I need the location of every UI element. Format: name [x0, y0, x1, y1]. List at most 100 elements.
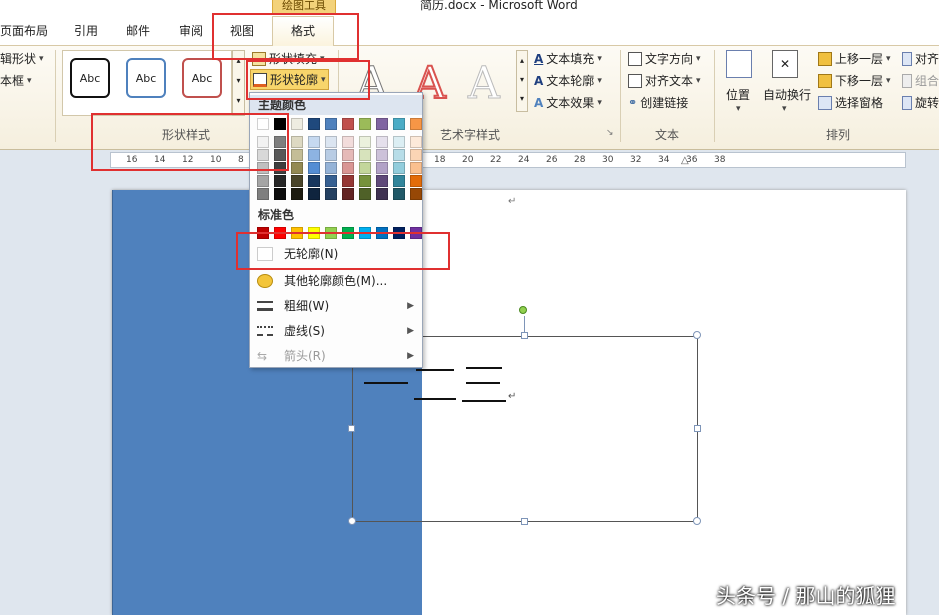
theme-color-swatch[interactable] [410, 175, 422, 187]
no-outline-item[interactable]: 无轮廓(N) [250, 243, 422, 265]
standard-color-swatch[interactable] [308, 227, 320, 239]
theme-color-swatch[interactable] [359, 162, 371, 174]
theme-color-swatch[interactable] [325, 118, 337, 130]
align-button[interactable]: 对齐 [902, 50, 939, 67]
standard-color-swatch[interactable] [342, 227, 354, 239]
standard-color-swatch[interactable] [291, 227, 303, 239]
edit-shape-button[interactable]: 辑形状 ▾ [0, 50, 44, 67]
resize-handle-ne[interactable] [693, 331, 701, 339]
theme-color-swatch[interactable] [342, 136, 354, 148]
selection-pane-button[interactable]: 选择窗格 [818, 94, 883, 111]
theme-color-swatch[interactable] [410, 162, 422, 174]
standard-color-swatch[interactable] [393, 227, 405, 239]
tab-review[interactable]: 审阅 [179, 22, 203, 39]
theme-color-swatch[interactable] [291, 162, 303, 174]
resize-handle-se[interactable] [693, 517, 701, 525]
theme-color-swatch[interactable] [359, 175, 371, 187]
theme-color-swatch[interactable] [393, 175, 405, 187]
position-button[interactable]: 位置 [726, 86, 750, 103]
theme-color-swatch[interactable] [376, 118, 388, 130]
theme-color-swatch[interactable] [274, 175, 286, 187]
resize-handle-e[interactable] [694, 425, 701, 432]
theme-color-swatch[interactable] [291, 149, 303, 161]
textbox-button[interactable]: 本框 ▾ [0, 72, 32, 89]
theme-color-swatch[interactable] [291, 175, 303, 187]
shape-style-sample-3[interactable]: Abc [182, 58, 222, 98]
theme-color-swatch[interactable] [410, 136, 422, 148]
tab-references[interactable]: 引用 [74, 22, 98, 39]
standard-color-swatch[interactable] [359, 227, 371, 239]
group-button[interactable]: 组合 [902, 72, 939, 89]
theme-color-swatch[interactable] [410, 149, 422, 161]
theme-color-swatch[interactable] [410, 118, 422, 130]
theme-color-swatch[interactable] [308, 188, 320, 200]
wordart-sample-3[interactable]: A [468, 58, 501, 110]
theme-color-swatch[interactable] [342, 175, 354, 187]
theme-color-swatch[interactable] [376, 188, 388, 200]
dialog-launcher-icon[interactable]: ↘ [606, 128, 614, 138]
horizontal-ruler[interactable]: 1614121086810121416182022242628303234363… [110, 152, 906, 168]
more-outline-colors-item[interactable]: 其他轮廓颜色(M)... [250, 270, 422, 292]
theme-color-swatch[interactable] [257, 188, 269, 200]
create-link-button[interactable]: ⚭ 创建链接 [628, 94, 688, 111]
theme-color-swatch[interactable] [342, 188, 354, 200]
theme-color-swatch[interactable] [393, 136, 405, 148]
theme-color-swatch[interactable] [257, 175, 269, 187]
theme-color-swatch[interactable] [325, 188, 337, 200]
shape-fill-button[interactable]: 形状填充 ▾ [252, 50, 325, 67]
text-direction-button[interactable]: 文字方向 ▾ [628, 50, 701, 67]
theme-color-swatch[interactable] [325, 162, 337, 174]
theme-color-swatch[interactable] [257, 118, 269, 130]
resize-handle-sw[interactable] [348, 517, 356, 525]
theme-color-swatch[interactable] [308, 175, 320, 187]
theme-color-swatch[interactable] [359, 188, 371, 200]
resize-handle-s[interactable] [521, 518, 528, 525]
theme-color-swatch[interactable] [257, 162, 269, 174]
theme-color-swatch[interactable] [325, 136, 337, 148]
theme-color-swatch[interactable] [359, 136, 371, 148]
theme-color-swatch[interactable] [308, 136, 320, 148]
wrap-text-button[interactable]: 自动换行 [763, 86, 811, 103]
theme-color-swatch[interactable] [291, 136, 303, 148]
send-backward-button[interactable]: 下移一层 ▾ [818, 72, 891, 89]
text-outline-button[interactable]: A 文本轮廓 ▾ [534, 72, 602, 89]
theme-color-swatch[interactable] [325, 175, 337, 187]
theme-color-swatch[interactable] [308, 149, 320, 161]
theme-color-swatch[interactable] [376, 175, 388, 187]
theme-color-swatch[interactable] [274, 149, 286, 161]
theme-color-swatch[interactable] [342, 162, 354, 174]
theme-color-swatch[interactable] [393, 188, 405, 200]
arrows-item[interactable]: ⇆ 箭头(R) ▶ [250, 345, 422, 367]
theme-color-swatch[interactable] [274, 136, 286, 148]
tab-format[interactable]: 格式 [272, 16, 334, 47]
align-text-button[interactable]: 对齐文本 ▾ [628, 72, 701, 89]
theme-color-swatch[interactable] [393, 149, 405, 161]
theme-color-swatch[interactable] [359, 118, 371, 130]
indent-marker-icon[interactable]: △ [681, 155, 689, 166]
tab-page-layout[interactable]: 页面布局 [0, 22, 48, 39]
theme-color-swatch[interactable] [274, 162, 286, 174]
theme-color-swatch[interactable] [393, 118, 405, 130]
theme-color-swatch[interactable] [257, 149, 269, 161]
standard-color-swatch[interactable] [376, 227, 388, 239]
theme-color-swatch[interactable] [325, 149, 337, 161]
theme-color-swatch[interactable] [376, 136, 388, 148]
theme-color-swatch[interactable] [376, 162, 388, 174]
standard-color-swatch[interactable] [325, 227, 337, 239]
tab-mailings[interactable]: 邮件 [126, 22, 150, 39]
theme-color-swatch[interactable] [291, 118, 303, 130]
text-fill-button[interactable]: A 文本填充 ▾ [534, 50, 602, 67]
bring-forward-button[interactable]: 上移一层 ▾ [818, 50, 891, 67]
theme-color-swatch[interactable] [376, 149, 388, 161]
resize-handle-w[interactable] [348, 425, 355, 432]
dashes-item[interactable]: 虚线(S) ▶ [250, 320, 422, 342]
theme-color-swatch[interactable] [342, 149, 354, 161]
theme-color-swatch[interactable] [274, 188, 286, 200]
theme-color-swatch[interactable] [274, 118, 286, 130]
theme-color-swatch[interactable] [359, 149, 371, 161]
standard-color-swatch[interactable] [257, 227, 269, 239]
gallery-scroll[interactable]: ▴ ▾ ▾ [232, 50, 245, 116]
rotate-handle[interactable] [519, 306, 527, 314]
theme-color-swatch[interactable] [308, 118, 320, 130]
shape-style-sample-2[interactable]: Abc [126, 58, 166, 98]
